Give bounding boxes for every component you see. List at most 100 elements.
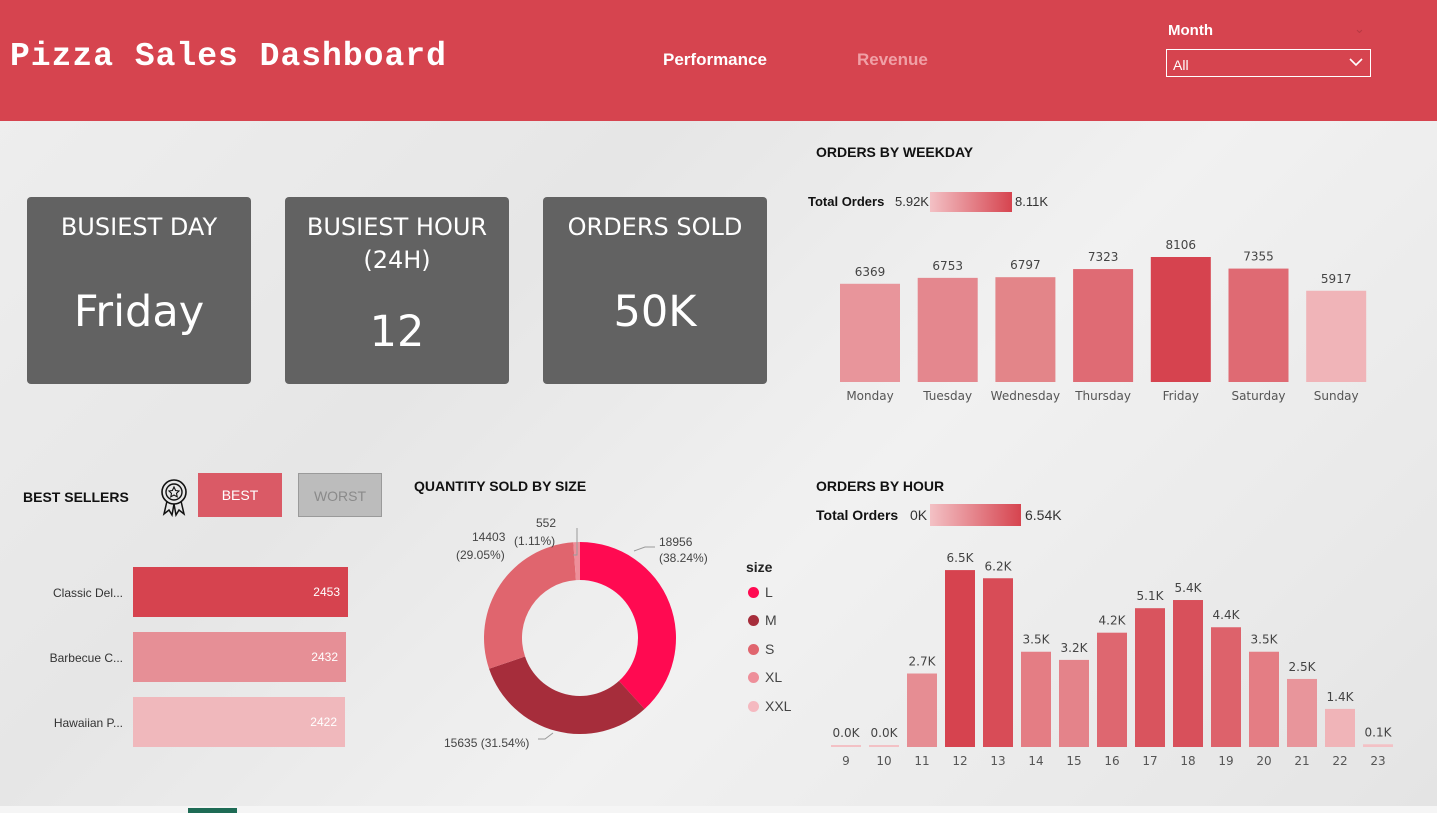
legend-item-m[interactable]: M (748, 612, 777, 628)
best-button[interactable]: BEST (198, 473, 282, 517)
tab-revenue[interactable]: Revenue (857, 50, 928, 70)
hour-bar-label: 6.2K (985, 559, 1013, 573)
tab-performance[interactable]: Performance (663, 50, 767, 70)
weekday-tick-label: Tuesday (922, 389, 972, 403)
donut-leader-lines (538, 528, 655, 740)
kpi-title: ORDERS SOLD (567, 213, 743, 241)
kpi-value: Friday (73, 287, 205, 337)
hour-bar-label: 2.5K (1289, 660, 1317, 674)
weekday-bar[interactable] (840, 283, 900, 382)
donut-label-l-value: 18956 (659, 535, 693, 549)
weekday-chart-title: ORDERS BY WEEKDAY (816, 144, 974, 160)
hour-tick-label: 20 (1256, 754, 1271, 768)
active-page-tab[interactable] (188, 808, 237, 813)
hour-bar[interactable] (869, 745, 899, 747)
weekday-legend-min: 5.92K (895, 194, 929, 209)
hour-bar[interactable] (907, 673, 937, 747)
hour-tick-label: 21 (1294, 754, 1309, 768)
best-sellers-title: BEST SELLERS (23, 489, 129, 505)
legend-item-xl[interactable]: XL (748, 669, 782, 685)
chevron-down-icon[interactable]: ⌄ (1354, 22, 1365, 37)
seller-label: Classic Del... (52, 586, 123, 600)
weekday-tick-label: Thursday (1074, 389, 1131, 403)
hour-bar-label: 0.1K (1365, 725, 1393, 739)
weekday-legend-gradient (930, 192, 1012, 212)
hour-tick-label: 15 (1066, 754, 1081, 768)
hour-tick-label: 10 (876, 754, 891, 768)
month-filter-label: Month (1168, 22, 1213, 39)
hour-bar[interactable] (831, 745, 861, 747)
hour-bar[interactable] (1135, 608, 1165, 747)
hour-bar-label: 3.5K (1023, 633, 1051, 647)
legend-item-l[interactable]: L (748, 584, 773, 600)
donut-label-xl-pct: (1.11%) (514, 534, 556, 548)
hour-tick-label: 16 (1104, 754, 1119, 768)
hour-bar-label: 0.0K (871, 726, 899, 740)
hour-bar[interactable] (1021, 651, 1051, 747)
hour-tick-label: 17 (1142, 754, 1157, 768)
weekday-bar-label: 7355 (1243, 250, 1274, 264)
hour-tick-label: 19 (1218, 754, 1233, 768)
hour-bar[interactable] (1097, 632, 1127, 747)
weekday-tick-label: Friday (1163, 389, 1199, 403)
weekday-bar[interactable] (1073, 269, 1134, 382)
kpi-card-orders-sold: ORDERS SOLD 50K (543, 197, 767, 384)
chevron-down-icon (1348, 54, 1364, 73)
weekday-bar[interactable] (917, 277, 978, 382)
award-ribbon-icon (158, 477, 190, 521)
header-bar: Pizza Sales Dashboard Performance Revenu… (0, 0, 1437, 121)
hour-bar-label: 6.5K (947, 551, 975, 565)
hour-bar[interactable] (1211, 627, 1241, 747)
kpi-value: 12 (369, 307, 425, 357)
hour-tick-label: 14 (1028, 754, 1043, 768)
hour-bar-label: 4.4K (1213, 608, 1241, 622)
donut-label-s-value: 14403 (472, 530, 506, 544)
kpi-title: BUSIEST DAY (60, 213, 218, 241)
hour-bar-label: 5.4K (1175, 581, 1203, 595)
weekday-bar[interactable] (995, 277, 1056, 382)
hour-bar[interactable] (1059, 659, 1089, 747)
hour-tick-label: 12 (952, 754, 967, 768)
donut-label-l-pct: (38.24%) (659, 551, 708, 565)
hour-bar[interactable] (1249, 651, 1279, 747)
legend-item-xxl[interactable]: XXL (748, 698, 791, 714)
hour-bar-label: 5.1K (1137, 589, 1165, 603)
seller-label: Hawaiian P... (53, 716, 123, 730)
size-chart-title: QUANTITY SOLD BY SIZE (414, 478, 587, 494)
hour-legend-min: 0K (910, 507, 928, 523)
hour-tick-label: 18 (1180, 754, 1195, 768)
seller-bar[interactable]: 2453 (133, 567, 348, 617)
hour-tick-label: 9 (842, 754, 850, 768)
hour-bar-label: 0.0K (833, 726, 861, 740)
hour-bar[interactable] (1325, 708, 1355, 747)
worst-button[interactable]: WORST (298, 473, 382, 517)
weekday-bar[interactable] (1150, 257, 1211, 382)
weekday-bar-label: 6753 (932, 259, 963, 273)
month-dropdown-value: All (1173, 57, 1189, 73)
hour-bar[interactable] (1173, 600, 1203, 747)
donut-label-m: 15635 (31.54%) (444, 736, 530, 750)
hour-bar-label: 3.2K (1061, 641, 1089, 655)
page-title: Pizza Sales Dashboard (10, 38, 447, 75)
hour-legend-label: Total Orders (816, 507, 899, 523)
hour-bar-label: 2.7K (909, 655, 937, 669)
hour-bar-label: 3.5K (1251, 633, 1279, 647)
hour-tick-label: 11 (914, 754, 929, 768)
seller-bar[interactable]: 2432 (133, 632, 346, 682)
weekday-bar[interactable] (1306, 290, 1367, 382)
hour-bar[interactable] (983, 578, 1013, 747)
hour-bar[interactable] (1363, 744, 1393, 747)
hour-bar-chart: 0.0K 9 0.0K 10 2.7K 11 6.5K 12 6.2K 13 3.5K 14 3.2K 1… (831, 551, 1393, 768)
hour-bar[interactable] (945, 570, 975, 747)
seller-bar[interactable]: 2422 (133, 697, 345, 747)
size-legend-title: size (746, 559, 773, 575)
month-dropdown[interactable]: All (1166, 49, 1371, 77)
legend-item-s[interactable]: S (748, 641, 774, 657)
weekday-bar-label: 6797 (1010, 258, 1041, 272)
hour-legend-max: 6.54K (1025, 507, 1062, 523)
weekday-bar[interactable] (1228, 268, 1289, 382)
weekday-bar-label: 8106 (1166, 238, 1197, 252)
hour-bar[interactable] (1287, 678, 1317, 747)
weekday-tick-label: Wednesday (991, 389, 1060, 403)
kpi-card-busiest-hour: BUSIEST HOUR (24H) 12 (285, 197, 509, 384)
